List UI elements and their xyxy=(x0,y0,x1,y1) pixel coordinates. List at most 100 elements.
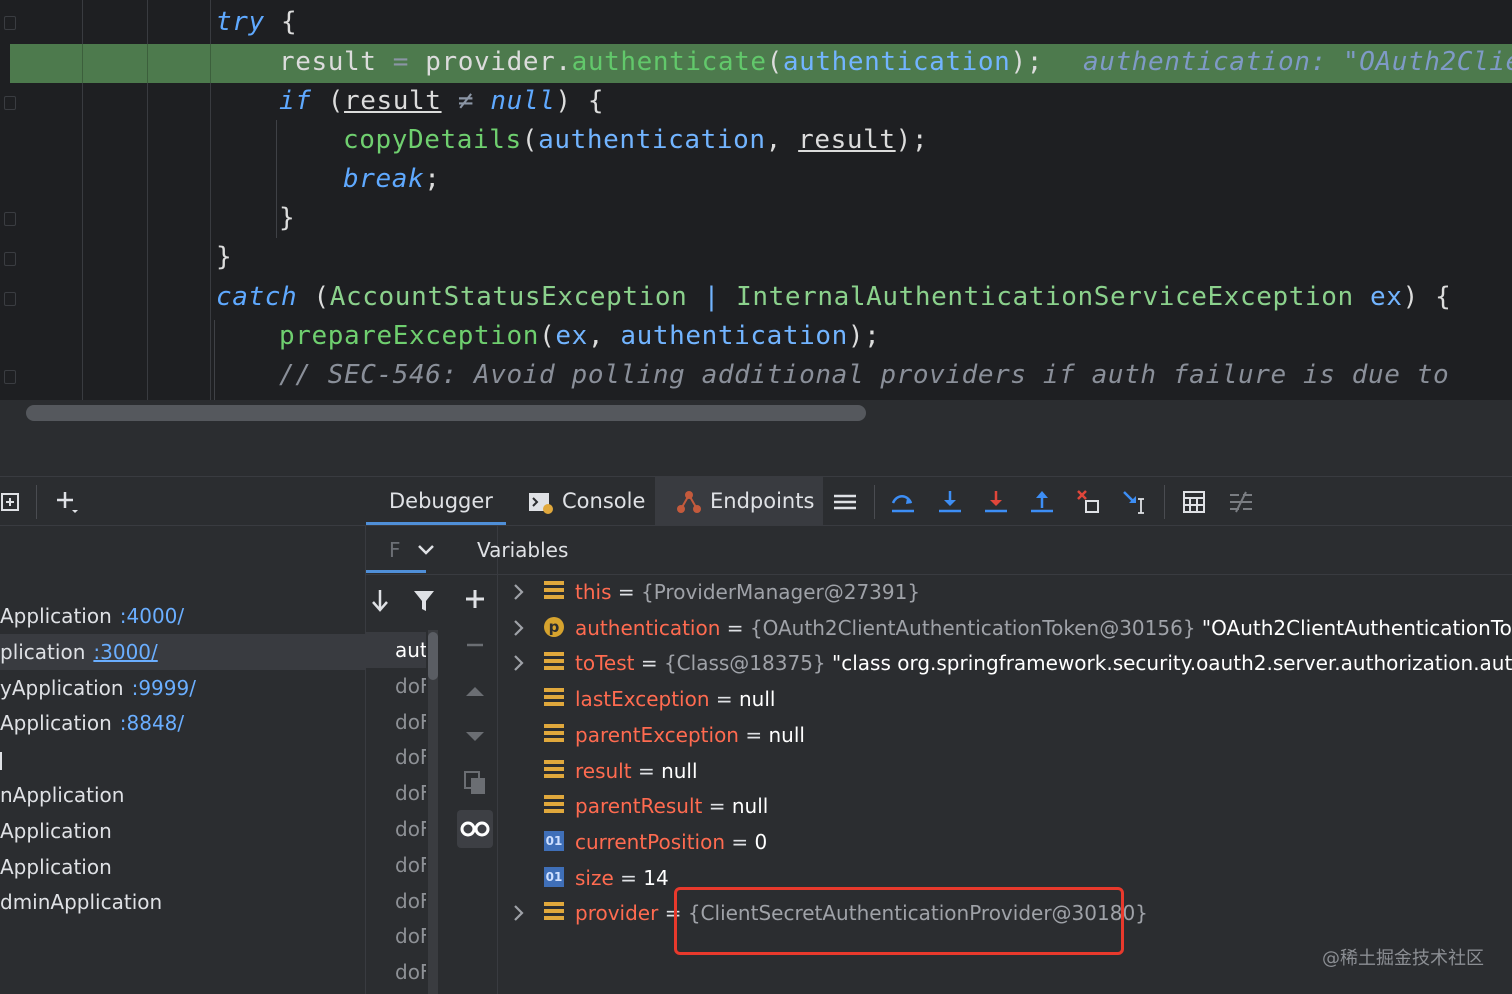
code-line-close-try[interactable]: } xyxy=(216,238,232,276)
force-step-into-icon[interactable] xyxy=(983,489,1009,515)
code-line-catch[interactable]: catch (AccountStatusException | Internal… xyxy=(216,278,1451,316)
variable-row[interactable]: toTest = {Class@18375} "class org.spring… xyxy=(498,645,1512,681)
fold-marker-icon[interactable] xyxy=(4,212,16,226)
code-token: copyDetails xyxy=(343,125,522,155)
code-token: authentication xyxy=(620,321,848,351)
variable-text: currentPosition = 0 xyxy=(575,824,767,860)
drop-frame-icon[interactable] xyxy=(1076,489,1102,515)
code-line-comment[interactable]: // SEC-546: Avoid polling additional pro… xyxy=(279,356,1449,394)
code-token: InternalAuthenticationServiceException xyxy=(736,282,1354,312)
fold-marker-icon[interactable] xyxy=(4,292,16,306)
trace-current-stream-icon[interactable] xyxy=(1228,489,1254,515)
copy-icon[interactable] xyxy=(463,770,487,796)
code-token: , xyxy=(587,321,621,351)
variable-value: "OAuth2ClientAuthenticationToken [ xyxy=(1201,615,1512,640)
show-watches-toggle[interactable] xyxy=(457,810,493,848)
stack-frame-item[interactable]: doF xyxy=(366,668,426,704)
code-token: prepareException xyxy=(279,321,540,351)
run-to-cursor-icon[interactable] xyxy=(1122,489,1148,515)
stack-frame-item[interactable]: doF xyxy=(366,811,426,847)
add-config-icon[interactable] xyxy=(0,489,26,515)
stack-frame-item[interactable]: doF xyxy=(366,918,426,954)
service-item[interactable]: yApplication:9999/ xyxy=(0,670,365,706)
field-icon xyxy=(544,688,564,708)
code-token: null xyxy=(490,86,556,116)
move-down-icon[interactable] xyxy=(464,728,486,746)
step-over-icon[interactable] xyxy=(890,489,916,515)
step-into-icon[interactable] xyxy=(937,489,963,515)
service-item[interactable]: dminApplication xyxy=(0,884,365,920)
code-token: | xyxy=(687,282,737,312)
service-item[interactable]: nApplication xyxy=(0,777,365,813)
service-item[interactable]: Application:4000/ xyxy=(0,598,365,634)
service-item[interactable]: Application xyxy=(0,813,365,849)
code-line-if[interactable]: if (result ≠ null) { xyxy=(279,82,604,120)
step-out-icon[interactable] xyxy=(1029,489,1055,515)
stack-frame-item[interactable]: doF xyxy=(366,883,426,919)
add-icon[interactable] xyxy=(54,489,80,515)
tab-endpoints[interactable]: Endpoints xyxy=(710,477,814,525)
code-token: { xyxy=(264,7,298,37)
fold-marker-icon[interactable] xyxy=(4,16,16,30)
variable-row[interactable]: 01 currentPosition = 0 xyxy=(498,824,1512,860)
variable-row[interactable]: parentException = null xyxy=(498,717,1512,753)
code-line-result-assign[interactable]: result = provider.authenticate(authentic… xyxy=(279,43,1512,81)
code-token: ( xyxy=(297,282,330,312)
stack-frame-item[interactable]: doF xyxy=(366,775,426,811)
new-watch-icon[interactable] xyxy=(464,588,486,610)
chevron-right-icon[interactable] xyxy=(512,895,526,942)
code-line-break[interactable]: break; xyxy=(343,160,441,198)
equals-sign: = xyxy=(702,794,732,819)
stack-frame-item[interactable]: doF xyxy=(366,847,426,883)
code-line-try[interactable]: try { xyxy=(216,3,297,41)
fold-marker-icon[interactable] xyxy=(4,370,16,384)
variable-row[interactable]: result = null xyxy=(498,753,1512,789)
variable-row[interactable]: parentResult = null xyxy=(498,788,1512,824)
code-token: ) { xyxy=(555,86,605,116)
sort-down-icon[interactable] xyxy=(368,588,392,614)
code-line-close-if[interactable]: } xyxy=(279,199,295,237)
code-token: ex xyxy=(555,321,588,351)
variable-row[interactable]: lastException = null xyxy=(498,681,1512,717)
variable-row[interactable]: p authentication = {OAuth2ClientAuthentic… xyxy=(498,610,1512,646)
stack-frame-item[interactable]: doF xyxy=(366,954,426,990)
stack-frame-item[interactable]: aut xyxy=(366,632,426,668)
horizontal-scroll-thumb[interactable] xyxy=(26,405,866,421)
service-item[interactable]: Application xyxy=(0,849,365,885)
service-name: Application xyxy=(0,818,112,843)
field-icon xyxy=(544,759,564,780)
tab-debugger[interactable]: Debugger xyxy=(389,477,493,525)
stack-frame-item[interactable]: doF xyxy=(366,704,426,740)
code-line-prepare[interactable]: prepareException(ex, authentication); xyxy=(279,317,880,355)
code-line-copy[interactable]: copyDetails(authentication, result); xyxy=(343,121,928,159)
move-up-icon[interactable] xyxy=(464,682,486,700)
frames-scrollbar[interactable] xyxy=(428,630,438,994)
code-editor[interactable]: try {result = provider.authenticate(auth… xyxy=(0,0,1512,428)
service-port-link[interactable]: :8848/ xyxy=(120,711,184,735)
code-token: authenticate xyxy=(571,47,767,77)
filter-icon[interactable] xyxy=(412,588,436,614)
code-token: ); xyxy=(847,321,881,351)
threads-menu-icon[interactable] xyxy=(832,489,858,515)
service-item[interactable]: Application:8848/ xyxy=(0,705,365,741)
stack-frame-item[interactable]: doF xyxy=(366,739,426,775)
frames-scroll-thumb[interactable] xyxy=(428,632,438,680)
service-item[interactable] xyxy=(0,741,365,777)
service-port-link[interactable]: :3000/ xyxy=(93,640,157,664)
variable-row[interactable]: this = {ProviderManager@27391} xyxy=(498,574,1512,610)
chevron-down-icon[interactable] xyxy=(416,542,436,558)
fold-marker-icon[interactable] xyxy=(4,96,16,110)
fold-marker-icon[interactable] xyxy=(4,252,16,266)
service-port-link[interactable]: :4000/ xyxy=(120,604,184,628)
code-token: try xyxy=(216,7,265,37)
variables-header: Variables xyxy=(453,526,1512,575)
remove-watch-icon[interactable] xyxy=(466,636,484,654)
active-tab-indicator xyxy=(366,522,506,525)
service-item[interactable]: plication:3000/ xyxy=(0,633,365,670)
service-port-link[interactable]: :9999/ xyxy=(132,676,196,700)
tab-console[interactable]: Console xyxy=(562,477,645,525)
panel-divider[interactable] xyxy=(0,428,1512,476)
variable-name: lastException xyxy=(575,687,710,712)
services-tree: Application:4000/plication:3000/yApplica… xyxy=(0,526,366,994)
evaluate-expression-icon[interactable] xyxy=(1181,489,1207,515)
